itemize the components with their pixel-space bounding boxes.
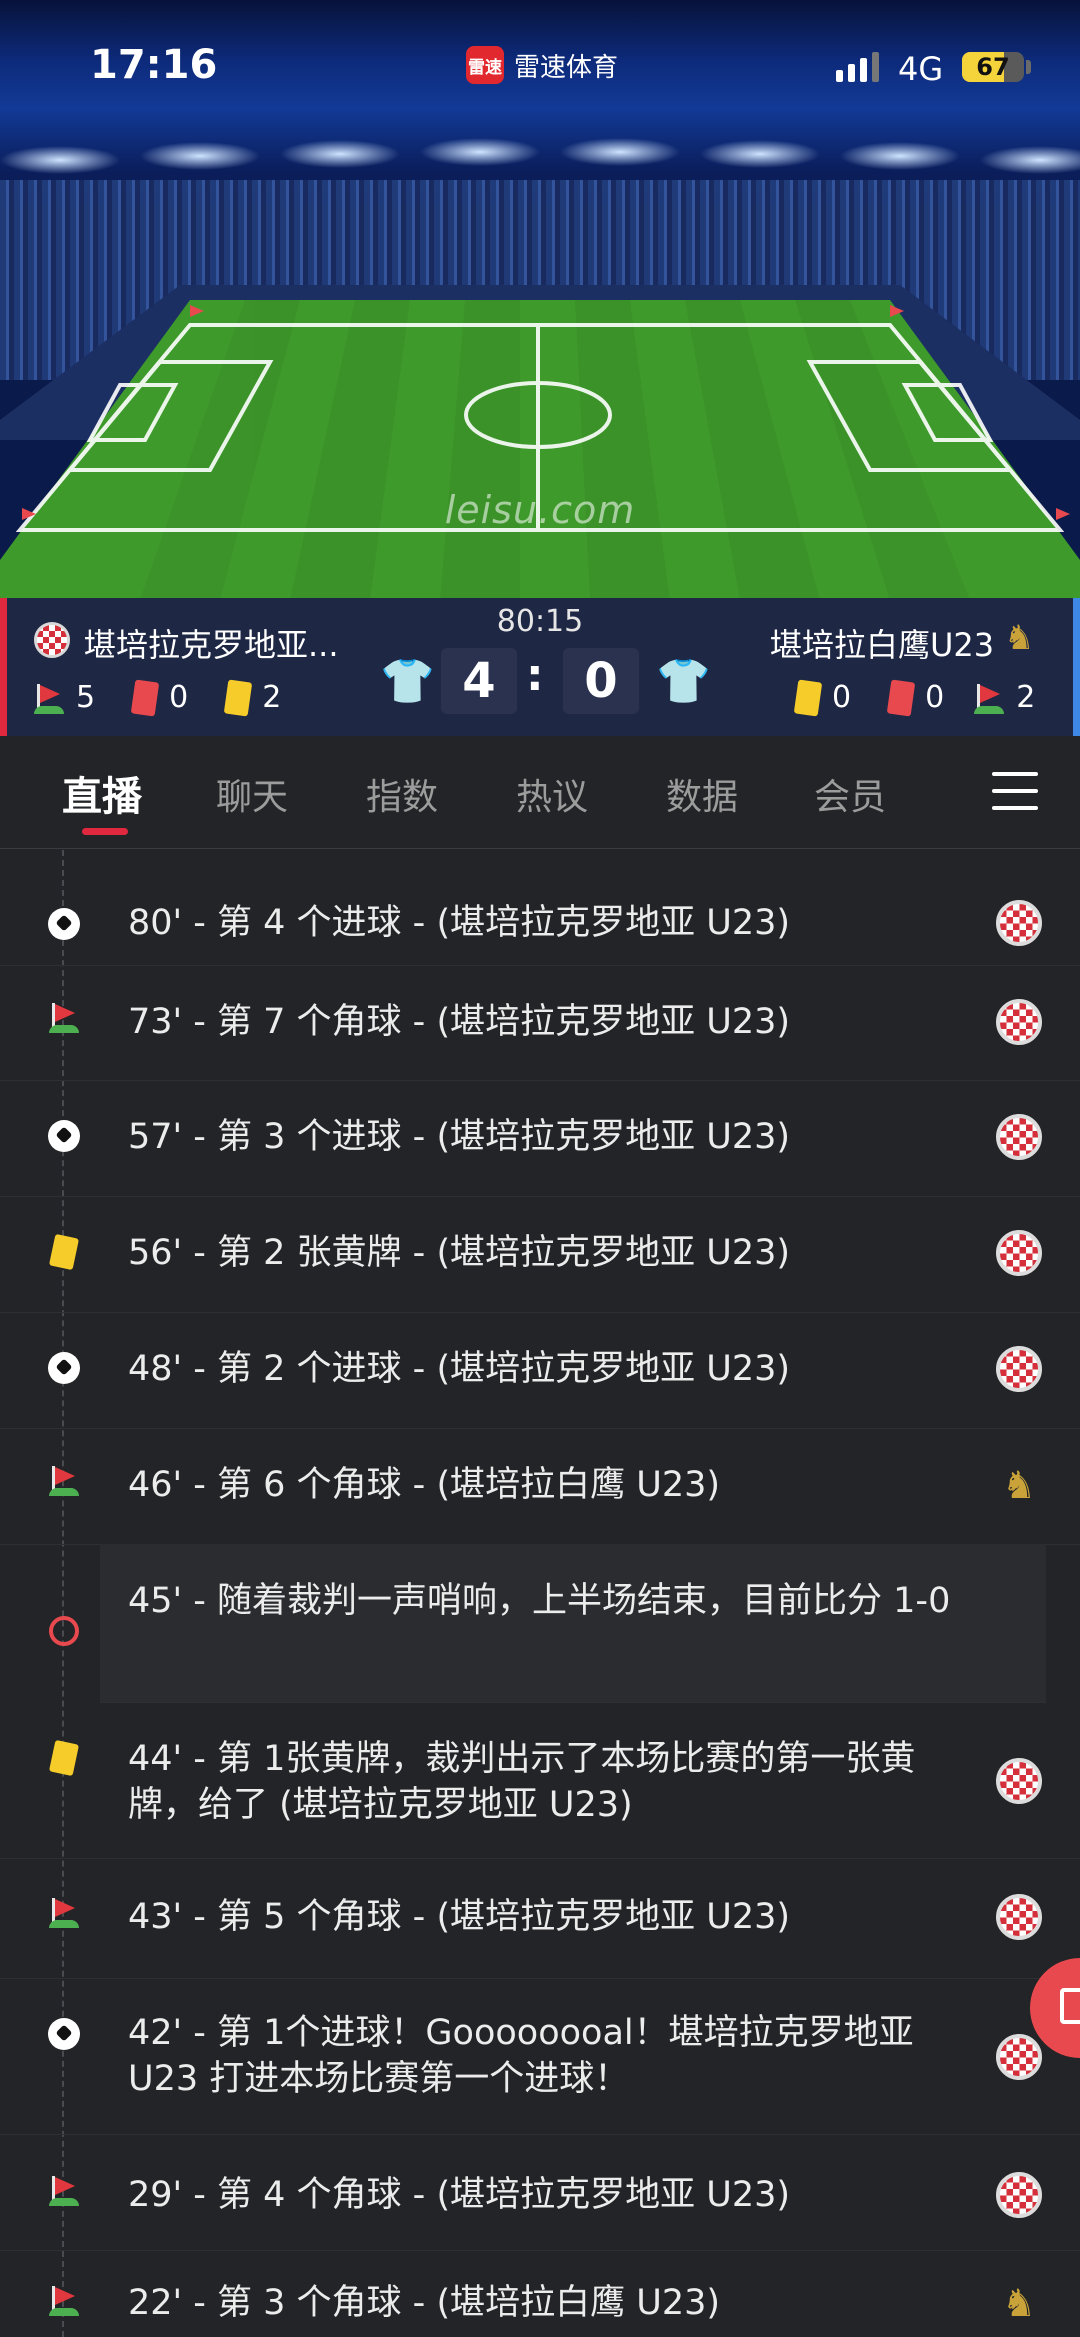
app-logo-icon: 雷速: [466, 46, 504, 84]
event-text: 22' - 第 3 个角球 - (堪培拉白鹰 U23): [128, 2283, 721, 2323]
goal-ball-icon: [44, 1116, 84, 1156]
home-yellow-cards: 2: [262, 680, 282, 715]
tab-chat[interactable]: 聊天: [216, 768, 288, 820]
event-text: 80' - 第 4 个进球 - (堪培拉克罗地亚 U23): [128, 903, 791, 943]
event-text: 44' - 第 1张黄牌，裁判出示了本场比赛的第一张黄牌，给了 (堪培拉克罗地亚…: [128, 1739, 916, 1825]
tab-data[interactable]: 数据: [666, 768, 738, 820]
goal-ball-icon: [44, 904, 84, 944]
home-score: 4: [441, 648, 517, 714]
away-team-name[interactable]: 堪培拉白鹰U23: [770, 620, 994, 666]
corner-flag-icon: [44, 1001, 84, 1041]
timeline-event[interactable]: 43' - 第 5 个角球 - (堪培拉克罗地亚 U23): [0, 1858, 1080, 1979]
yellow-card-icon: [44, 1738, 84, 1778]
app-badge[interactable]: 雷速 雷速体育: [466, 46, 618, 84]
event-text: 29' - 第 4 个角球 - (堪培拉克罗地亚 U23): [128, 2175, 791, 2215]
home-crest-icon: [996, 2172, 1042, 2218]
home-crest-icon: [996, 1894, 1042, 1940]
score-separator: :: [526, 650, 544, 701]
timeline-event[interactable]: 48' - 第 2 个进球 - (堪培拉克罗地亚 U23): [0, 1312, 1080, 1429]
away-red-cards: 0: [925, 680, 945, 715]
event-text: 43' - 第 5 个角球 - (堪培拉克罗地亚 U23): [128, 1897, 791, 1937]
home-shirt-icon: 👕: [380, 656, 435, 707]
corner-flag-icon: [974, 682, 1005, 714]
home-crest-icon: [996, 999, 1042, 1045]
timeline-event[interactable]: 29' - 第 4 个角球 - (堪培拉克罗地亚 U23): [0, 2134, 1080, 2251]
corner-flag-icon: [34, 682, 64, 714]
timeline-event[interactable]: 57' - 第 3 个进球 - (堪培拉克罗地亚 U23): [0, 1080, 1080, 1197]
stadium-banner: leisu.com: [0, 0, 1080, 600]
tab-bar: 直播 聊天 指数 热议 数据 会员: [0, 736, 1080, 849]
event-text: 57' - 第 3 个进球 - (堪培拉克罗地亚 U23): [128, 1117, 791, 1157]
timeline-event[interactable]: 44' - 第 1张黄牌，裁判出示了本场比赛的第一张黄牌，给了 (堪培拉克罗地亚…: [0, 1702, 1080, 1859]
timeline-event[interactable]: 56' - 第 2 张黄牌 - (堪培拉克罗地亚 U23): [0, 1196, 1080, 1313]
timeline-event[interactable]: 42' - 第 1个进球！Goooooooal！堪培拉克罗地亚 U23 打进本场…: [0, 1978, 1080, 2135]
home-crest-icon: [996, 900, 1042, 946]
tab-discussion[interactable]: 热议: [516, 768, 588, 820]
away-corners: 2: [1016, 680, 1036, 715]
home-crest-icon: [996, 1346, 1042, 1392]
tab-live[interactable]: 直播: [62, 764, 142, 822]
home-crest-icon: [996, 1230, 1042, 1276]
timeline-event[interactable]: 80' - 第 4 个进球 - (堪培拉克罗地亚 U23): [0, 850, 1080, 966]
away-eagle-crest-icon: ♞: [1001, 2281, 1037, 2325]
active-tab-indicator: [82, 828, 128, 835]
away-eagle-crest-icon[interactable]: ♞: [1004, 618, 1034, 658]
event-text: 46' - 第 6 个角球 - (堪培拉白鹰 U23): [128, 1465, 721, 1505]
away-stats: 0 0 2: [793, 678, 1036, 717]
away-score: 0: [563, 648, 639, 714]
event-text: 73' - 第 7 个角球 - (堪培拉克罗地亚 U23): [128, 1002, 791, 1042]
away-eagle-crest-icon: ♞: [1001, 1463, 1037, 1507]
timeline-event[interactable]: 73' - 第 7 个角球 - (堪培拉克罗地亚 U23): [0, 965, 1080, 1081]
corner-flag-icon: [44, 1464, 84, 1504]
timeline-event-highlight[interactable]: 45' - 随着裁判一声哨响，上半场结束，目前比分 1-0: [100, 1544, 1046, 1703]
score-bar: 堪培拉克罗地亚... 80:15 堪培拉白鹰U23 ♞ 5 0 2 👕 4 : …: [0, 598, 1080, 736]
edit-icon: [1060, 1988, 1080, 2024]
live-timeline: 80' - 第 4 个进球 - (堪培拉克罗地亚 U23) 73' - 第 7 …: [0, 850, 1080, 2337]
battery-icon: 67: [962, 52, 1024, 82]
tab-odds[interactable]: 指数: [366, 768, 438, 820]
event-text: 42' - 第 1个进球！Goooooooal！堪培拉克罗地亚 U23 打进本场…: [128, 2013, 914, 2099]
goal-ball-icon: [44, 2014, 84, 2054]
goal-ball-icon: [44, 1348, 84, 1388]
corner-flag-icon: [44, 1896, 84, 1936]
corner-flag-icon: [44, 2284, 84, 2324]
red-card-icon: [130, 678, 160, 717]
home-red-cards: 0: [169, 680, 189, 715]
cell-signal-icon: [836, 52, 879, 82]
watermark: leisu.com: [444, 488, 636, 532]
battery-level: 67: [976, 53, 1010, 81]
home-crest-icon: [996, 2034, 1042, 2080]
event-text: 45' - 随着裁判一声哨响，上半场结束，目前比分 1-0: [128, 1581, 951, 1621]
status-time: 17:16: [90, 42, 218, 88]
tab-membership[interactable]: 会员: [814, 768, 886, 820]
hamburger-menu-icon[interactable]: [992, 772, 1038, 812]
timeline-event[interactable]: 46' - 第 6 个角球 - (堪培拉白鹰 U23) ♞: [0, 1428, 1080, 1545]
app-name: 雷速体育: [514, 52, 619, 83]
home-corners: 5: [76, 680, 96, 715]
timeline-event[interactable]: 22' - 第 3 个角球 - (堪培拉白鹰 U23) ♞: [0, 2250, 1080, 2337]
yellow-card-icon: [223, 678, 253, 717]
away-shirt-icon: 👕: [656, 656, 711, 707]
whistle-icon: [44, 1610, 84, 1650]
event-text: 48' - 第 2 个进球 - (堪培拉克罗地亚 U23): [128, 1349, 791, 1389]
event-text: 56' - 第 2 张黄牌 - (堪培拉克罗地亚 U23): [128, 1233, 791, 1273]
away-yellow-cards: 0: [832, 680, 852, 715]
home-crest-icon: [996, 1114, 1042, 1160]
yellow-card-icon: [44, 1232, 84, 1272]
red-card-icon: [886, 678, 916, 717]
home-crest-icon: [996, 1758, 1042, 1804]
battery-cap: [1026, 60, 1031, 74]
yellow-card-icon: [793, 678, 823, 717]
corner-flag-icon: [44, 2174, 84, 2214]
network-type: 4G: [898, 50, 944, 88]
home-stats: 5 0 2: [34, 678, 282, 717]
